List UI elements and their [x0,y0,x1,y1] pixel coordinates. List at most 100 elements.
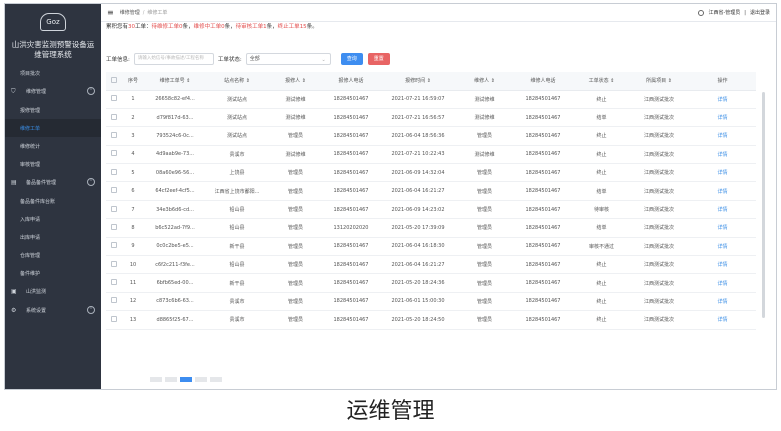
row-select-cell[interactable] [106,255,122,275]
table-row: 8 b6c522ad-7f9... 铅山县 管理员 13120202020 2021-05… [106,218,756,238]
table-cell: 18284501467 [323,126,379,146]
table-cell: 2021-06-04 16:21:27 [379,181,457,201]
menu-toggle-icon[interactable]: ≡ [107,8,114,17]
row-checkbox[interactable] [111,113,117,120]
table-scrollbar[interactable] [762,92,765,318]
table-body: 1 26658c82-ef4... 测试站点 测试修维 18284501467 2021-… [106,90,756,330]
page-button[interactable] [150,377,162,382]
row-checkbox[interactable] [111,95,117,102]
sidebar-group[interactable]: ▤ 备品备件管理 ⌃ [5,173,101,192]
select-all-checkbox[interactable] [111,76,117,83]
row-select-cell[interactable] [106,200,122,220]
table-cell: 铅山县 [206,200,268,220]
page-button-current[interactable] [180,377,192,382]
row-checkbox[interactable] [111,131,117,138]
detail-link[interactable]: 详情 [689,126,756,146]
row-select-cell[interactable] [106,163,122,183]
status-select[interactable]: 全部 ⌄ [245,53,331,65]
sidebar-item[interactable]: 备件维护 [5,264,101,282]
table-row: 7 34e3b6d6-cd... 铅山县 管理员 18284501467 2021-06-… [106,200,756,220]
sidebar-group[interactable]: ▣ 山洪监测 [5,282,101,301]
page-button[interactable] [165,377,177,382]
table-cell: 2021-05-20 18:24:36 [379,273,457,293]
sidebar-item[interactable]: 审核管理 [5,155,101,173]
sidebar-item[interactable]: 维修统计 [5,137,101,155]
search-button[interactable]: 查询 [340,53,363,65]
row-checkbox[interactable] [111,150,117,157]
page-button[interactable] [195,377,207,382]
detail-link[interactable]: 详情 [689,181,756,201]
sidebar-item[interactable]: 入库申请 [5,210,101,228]
table-cell: 18284501467 [323,237,379,257]
detail-link[interactable]: 详情 [689,273,756,293]
breadcrumb-item[interactable]: 维修管理 [120,9,140,16]
work-order-table: 序号 维修工单号 ⇕ 站点名称 ⇕ 报修人 ⇕ 报修人电话 报修时间 ⇕ 维修人 ⇕ 维修人电… [106,72,756,330]
table-row: 4 4d9aab9e-73... 贵溪市 测试修维 18284501467 2021-07… [106,145,756,165]
row-checkbox[interactable] [111,223,117,230]
row-select-cell[interactable] [106,292,122,312]
sidebar-item[interactable]: 仓库管理 [5,246,101,264]
select-all-cell[interactable] [106,72,122,91]
table-row: 9 0c0c2be5-e5... 新干县 管理员 18284501467 2021-06-… [106,237,756,257]
row-select-cell[interactable] [106,181,122,201]
detail-link[interactable]: 详情 [689,237,756,257]
sidebar-item[interactable]: 备品备件库台账 [5,192,101,210]
clipboard-icon: ▤ [11,179,17,186]
row-checkbox[interactable] [111,187,117,194]
row-checkbox[interactable] [111,315,117,322]
detail-link[interactable]: 详情 [689,90,756,109]
detail-link[interactable]: 详情 [689,310,756,330]
sidebar-group[interactable]: ⛉ 维修管理 ⌃ [5,82,101,101]
row-checkbox[interactable] [111,168,117,175]
row-select-cell[interactable] [106,90,122,109]
user-name[interactable]: 江西省-管理员 [708,9,740,16]
table-cell: 江西省上饶市鄱阳... [206,181,268,201]
row-select-cell[interactable] [106,126,122,146]
table-row: 12 c873c6b6-63... 贵溪市 管理员 18284501467 2021-06… [106,292,756,312]
sidebar-group[interactable]: ⚙ 系统设置 ⌃ [5,301,101,320]
table-cell: 新干县 [206,237,268,257]
sidebar-item-label: 入库申请 [20,216,41,223]
detail-link[interactable]: 详情 [689,163,756,183]
table-cell: 13 [122,310,144,330]
table-cell: 管理员 [268,255,323,275]
table-cell: 管理员 [457,310,512,330]
sidebar-item[interactable]: 出库申请 [5,228,101,246]
page-button[interactable] [210,377,222,382]
table-cell: 2 [122,108,144,128]
sidebar-item[interactable]: 项目批次 [5,64,101,82]
detail-link[interactable]: 详情 [689,255,756,275]
table-row: 13 d8865f25-67... 贵溪市 管理员 18284501467 2021-05… [106,310,756,330]
row-select-cell[interactable] [106,310,122,330]
table-cell: 18284501467 [512,181,574,201]
sidebar-item[interactable]: 报修管理 [5,101,101,119]
detail-link[interactable]: 详情 [689,218,756,238]
order-search-input[interactable]: 请输入始信号/事故描述/工程名称 [133,53,214,65]
detail-link[interactable]: 详情 [689,145,756,165]
table-cell: 测试修维 [268,90,323,109]
table-cell: 江西测试批次 [629,310,689,330]
row-checkbox[interactable] [111,279,117,286]
table-cell: 待审核 [574,200,629,220]
detail-link[interactable]: 详情 [689,200,756,220]
row-select-cell[interactable] [106,237,122,257]
table-cell: 18284501467 [512,292,574,312]
pagination [150,377,222,382]
reset-button[interactable]: 重置 [367,53,390,65]
row-select-cell[interactable] [106,218,122,238]
row-checkbox[interactable] [111,242,117,249]
row-checkbox[interactable] [111,260,117,267]
row-checkbox[interactable] [111,205,117,212]
sidebar-item-label: 系统设置 [26,308,47,314]
logout-link[interactable]: 退出登录 [750,9,770,16]
table-cell: 管理员 [268,181,323,201]
row-select-cell[interactable] [106,108,122,128]
detail-link[interactable]: 详情 [689,108,756,128]
row-select-cell[interactable] [106,145,122,165]
table-cell: 18284501467 [323,200,379,220]
detail-link[interactable]: 详情 [689,292,756,312]
table-cell: 2021-06-09 14:32:04 [379,163,457,183]
row-checkbox[interactable] [111,297,117,304]
row-select-cell[interactable] [106,273,122,293]
sidebar-item[interactable]: 维修工单 [5,119,101,137]
